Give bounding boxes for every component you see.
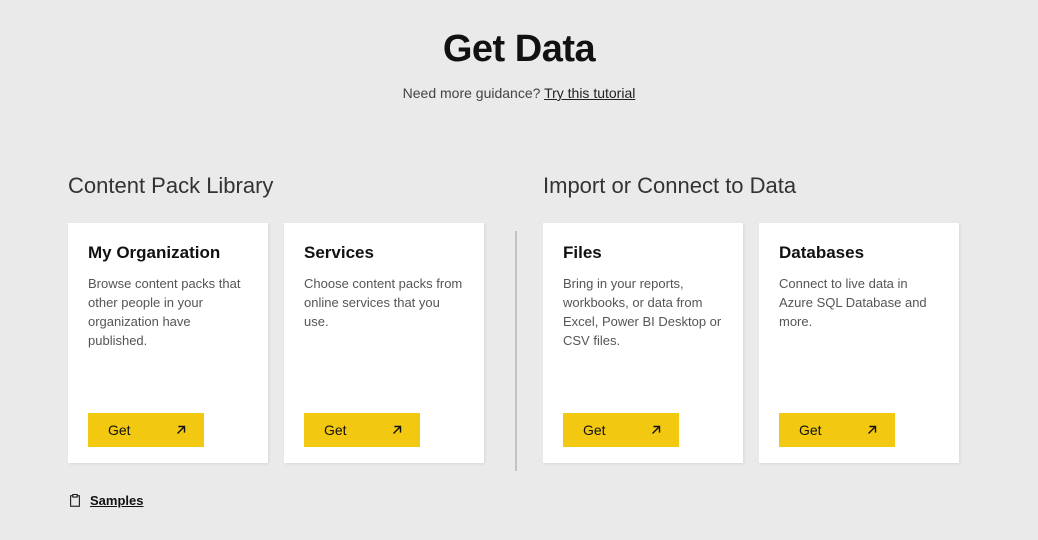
import-connect-section: Import or Connect to Data Files Bring in…	[543, 173, 970, 471]
section-title-import: Import or Connect to Data	[543, 173, 970, 199]
get-button-services[interactable]: Get	[304, 413, 420, 447]
card-title: Services	[304, 243, 466, 263]
section-divider	[515, 231, 517, 471]
card-title: Files	[563, 243, 725, 263]
card-databases: Databases Connect to live data in Azure …	[759, 223, 959, 463]
arrow-upright-icon	[390, 423, 404, 437]
content-pack-library-section: Content Pack Library My Organization Bro…	[68, 173, 495, 471]
card-desc: Connect to live data in Azure SQL Databa…	[779, 275, 941, 413]
get-button-label: Get	[324, 422, 347, 438]
samples-link[interactable]: Samples	[90, 493, 143, 508]
page-title: Get Data	[0, 28, 1038, 71]
get-button-label: Get	[583, 422, 606, 438]
guidance-text: Need more guidance? Try this tutorial	[0, 85, 1038, 101]
get-button-my-organization[interactable]: Get	[88, 413, 204, 447]
section-title-content-pack: Content Pack Library	[68, 173, 495, 199]
card-desc: Bring in your reports, workbooks, or dat…	[563, 275, 725, 413]
get-button-label: Get	[108, 422, 131, 438]
card-files: Files Bring in your reports, workbooks, …	[543, 223, 743, 463]
card-desc: Choose content packs from online service…	[304, 275, 466, 413]
get-button-files[interactable]: Get	[563, 413, 679, 447]
tutorial-link[interactable]: Try this tutorial	[544, 85, 635, 101]
get-button-databases[interactable]: Get	[779, 413, 895, 447]
arrow-upright-icon	[174, 423, 188, 437]
get-button-label: Get	[799, 422, 822, 438]
card-desc: Browse content packs that other people i…	[88, 275, 250, 413]
guidance-prefix: Need more guidance?	[403, 85, 544, 101]
card-title: Databases	[779, 243, 941, 263]
card-services: Services Choose content packs from onlin…	[284, 223, 484, 463]
card-title: My Organization	[88, 243, 250, 263]
card-my-organization: My Organization Browse content packs tha…	[68, 223, 268, 463]
arrow-upright-icon	[865, 423, 879, 437]
clipboard-icon	[68, 494, 82, 508]
arrow-upright-icon	[649, 423, 663, 437]
